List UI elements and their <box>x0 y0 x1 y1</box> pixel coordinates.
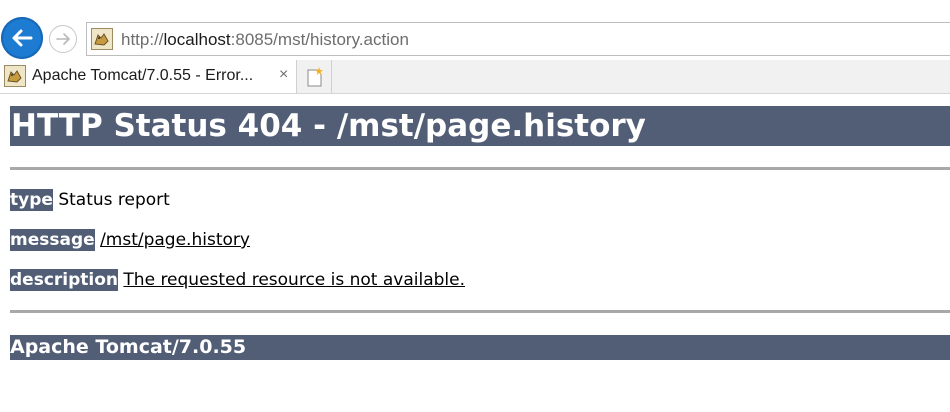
type-label: type <box>10 189 53 211</box>
message-row: message /mst/page.history <box>10 229 250 251</box>
tab-strip: Apache Tomcat/7.0.55 - Error... × <box>0 60 950 94</box>
back-arrow-icon <box>12 29 33 47</box>
description-label: description <box>10 269 119 291</box>
url-host: localhost <box>163 30 231 49</box>
tab-close-button[interactable]: × <box>279 66 288 84</box>
tomcat-favicon-icon <box>91 28 113 50</box>
address-bar[interactable]: http://localhost:8085/mst/history.action <box>86 22 950 56</box>
message-label: message <box>10 229 95 251</box>
server-footer: Apache Tomcat/7.0.55 <box>10 335 950 360</box>
page-content: HTTP Status 404 - /mst/page.history type… <box>0 94 950 412</box>
type-row: type Status report <box>10 189 170 211</box>
divider <box>10 167 950 170</box>
description-row: description The requested resource is no… <box>10 269 466 291</box>
back-button[interactable] <box>1 17 43 59</box>
message-value: /mst/page.history <box>100 230 250 250</box>
address-url[interactable]: http://localhost:8085/mst/history.action <box>121 30 409 50</box>
forward-button[interactable] <box>49 25 77 53</box>
browser-chrome: http://localhost:8085/mst/history.action… <box>0 0 950 94</box>
tab-title: Apache Tomcat/7.0.55 - Error... <box>32 67 254 84</box>
description-value: The requested resource is not available. <box>123 270 466 290</box>
new-tab-button[interactable] <box>298 60 332 93</box>
url-prefix: http:// <box>121 30 164 49</box>
tomcat-favicon-icon <box>4 65 26 87</box>
tab-active[interactable]: Apache Tomcat/7.0.55 - Error... × <box>0 60 297 93</box>
url-path: :8085/mst/history.action <box>230 30 409 49</box>
forward-arrow-icon <box>56 33 70 45</box>
new-tab-icon <box>307 66 323 86</box>
page-title: HTTP Status 404 - /mst/page.history <box>10 106 950 146</box>
divider <box>10 310 950 313</box>
type-value: Status report <box>58 190 170 210</box>
